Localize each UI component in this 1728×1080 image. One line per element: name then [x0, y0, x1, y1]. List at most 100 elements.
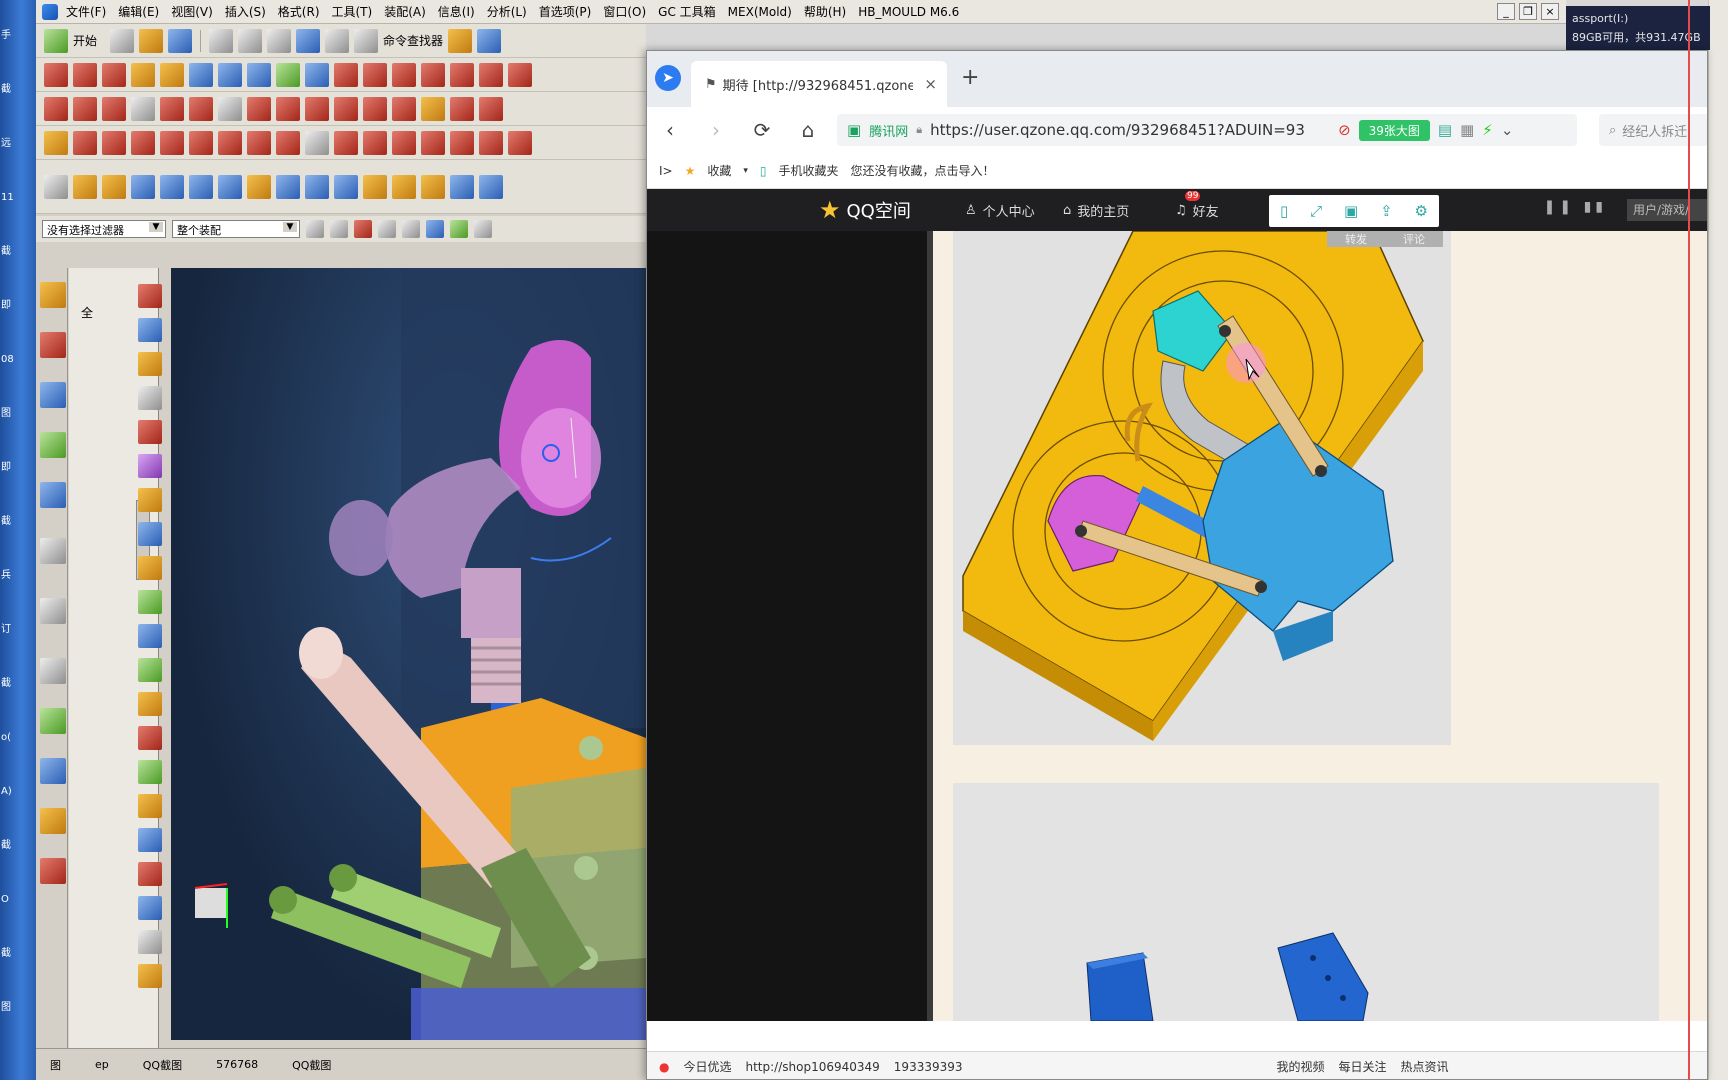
menu-item[interactable]: 帮助(H): [804, 3, 846, 20]
split-icon[interactable]: [508, 62, 532, 87]
mold-cooling-icon[interactable]: [138, 828, 162, 852]
circle-point-icon[interactable]: [479, 130, 503, 155]
system-materials-icon[interactable]: [40, 658, 66, 684]
palette-icon[interactable]: [40, 708, 66, 734]
mold-gate-icon[interactable]: [138, 794, 162, 818]
comment-link[interactable]: 评论: [1403, 231, 1425, 247]
status-number[interactable]: 193339393: [894, 1060, 963, 1074]
constraint-navigator-icon[interactable]: [40, 332, 66, 358]
mobile-favorites[interactable]: 手机收藏夹: [779, 162, 839, 179]
select-icon[interactable]: [477, 28, 502, 53]
url-text[interactable]: https://user.qzone.qq.com/932968451?ADUI…: [930, 121, 1330, 139]
new-file-icon[interactable]: [110, 28, 135, 53]
start-icon[interactable]: [44, 28, 68, 53]
cursor-icon[interactable]: [330, 220, 348, 238]
sphere-icon[interactable]: [218, 174, 242, 199]
menu-item[interactable]: 装配(A): [384, 3, 426, 20]
share-icon[interactable]: ⇪: [1380, 202, 1393, 220]
join-curve-icon[interactable]: [392, 96, 416, 121]
mesh-icon[interactable]: [102, 62, 126, 87]
mold-photo-main[interactable]: 转发 评论: [953, 231, 1451, 745]
mold-plate-icon[interactable]: [138, 522, 162, 546]
stretch-icon[interactable]: [276, 130, 300, 155]
mold-funnel-icon[interactable]: [138, 590, 162, 614]
start-button[interactable]: 开始: [73, 32, 97, 49]
taskbar-item[interactable]: QQ截图: [143, 1057, 182, 1073]
divide-curve-icon[interactable]: [450, 96, 474, 121]
marquee-icon[interactable]: [402, 220, 420, 238]
clock-icon[interactable]: [40, 598, 66, 624]
tangent-icon[interactable]: [189, 130, 213, 155]
image-icon[interactable]: ▤: [1438, 121, 1452, 139]
import-hint[interactable]: 您还没有收藏，点击导入！: [851, 162, 995, 179]
arc-corner-icon[interactable]: [363, 130, 387, 155]
thicken-icon[interactable]: [421, 62, 445, 87]
nav-my-homepage[interactable]: ⌂ 我的主页: [1063, 189, 1129, 231]
mold-copy-icon[interactable]: [138, 318, 162, 342]
paste-icon[interactable]: [267, 28, 292, 53]
menu-item[interactable]: MEX(Mold): [728, 5, 792, 19]
line-icon[interactable]: [44, 96, 68, 121]
corner-icon[interactable]: [334, 130, 358, 155]
taskbar-item[interactable]: 576768: [216, 1058, 258, 1071]
snap-icon[interactable]: [306, 220, 324, 238]
mold-align-icon[interactable]: [138, 964, 162, 988]
mold-photo-second[interactable]: [953, 783, 1659, 1021]
hot-news[interactable]: 热点资讯: [1401, 1058, 1449, 1075]
back-button[interactable]: ‹: [647, 118, 693, 142]
sketch-icon[interactable]: [44, 62, 68, 87]
ruled-icon[interactable]: [189, 62, 213, 87]
taskbar-item[interactable]: QQ截图: [292, 1057, 331, 1073]
chevron-down-icon[interactable]: ⌄: [1501, 121, 1514, 139]
sweep-icon[interactable]: [160, 62, 184, 87]
surface-icon[interactable]: [131, 62, 155, 87]
close-button[interactable]: ×: [1541, 3, 1559, 20]
extend-icon[interactable]: [276, 62, 300, 87]
reload-button[interactable]: ⟳: [739, 118, 785, 142]
rectangle-icon[interactable]: [131, 96, 155, 121]
menu-item[interactable]: 首选项(P): [539, 3, 592, 20]
image-viewer-pill[interactable]: 39张大图: [1358, 119, 1430, 141]
part-navigator-icon[interactable]: [40, 382, 66, 408]
mold-lifter-icon[interactable]: [138, 726, 162, 750]
tab-close-icon[interactable]: ×: [924, 75, 937, 93]
circle-tangent-icon[interactable]: [508, 130, 532, 155]
mold-flag-icon[interactable]: [138, 488, 162, 512]
minimize-button[interactable]: _: [1497, 3, 1515, 20]
taskbar-item[interactable]: 图: [50, 1057, 61, 1073]
my-videos[interactable]: 我的视频: [1277, 1058, 1325, 1075]
box-outline-icon[interactable]: [44, 174, 68, 199]
block-icon[interactable]: [131, 174, 155, 199]
bridge-icon[interactable]: [479, 62, 503, 87]
thread-icon[interactable]: [421, 174, 445, 199]
polygon-icon[interactable]: [160, 96, 184, 121]
shop-link[interactable]: http://shop106940349: [746, 1060, 880, 1074]
grid-icon[interactable]: ▦: [1460, 121, 1474, 139]
undo-icon[interactable]: [296, 28, 321, 53]
fullscreen-icon[interactable]: ⤢: [1310, 202, 1322, 220]
search-box[interactable]: ⌕ 经纪人拆迁: [1599, 114, 1707, 146]
daily-focus[interactable]: 每日关注: [1339, 1058, 1387, 1075]
arc-icon[interactable]: [73, 96, 97, 121]
page-icon[interactable]: ▯: [1280, 202, 1288, 220]
trim-curve-icon[interactable]: [479, 96, 503, 121]
favorites-menu[interactable]: 收藏: [707, 162, 731, 179]
save-icon[interactable]: [168, 28, 193, 53]
blend-icon[interactable]: [450, 62, 474, 87]
perpendicular-icon[interactable]: [102, 130, 126, 155]
book-icon[interactable]: [479, 174, 503, 199]
command-finder-button[interactable]: 命令查找器: [383, 32, 443, 49]
daily-picks[interactable]: 今日优选: [683, 1058, 731, 1075]
restore-button[interactable]: ❐: [1519, 3, 1537, 20]
assembly-navigator-icon[interactable]: [40, 282, 66, 308]
boss-icon[interactable]: [276, 174, 300, 199]
pad-icon[interactable]: [334, 174, 358, 199]
mold-electrode-icon[interactable]: [138, 862, 162, 886]
roles-icon[interactable]: [40, 808, 66, 834]
through-curves-icon[interactable]: [218, 62, 242, 87]
bracket-icon[interactable]: [392, 130, 416, 155]
assembly-scope-select[interactable]: 整个装配: [172, 220, 300, 238]
home-button[interactable]: ⌂: [785, 118, 831, 142]
nav-friends[interactable]: ♫ 99 好友: [1175, 189, 1219, 231]
mold-slide-icon[interactable]: [138, 692, 162, 716]
